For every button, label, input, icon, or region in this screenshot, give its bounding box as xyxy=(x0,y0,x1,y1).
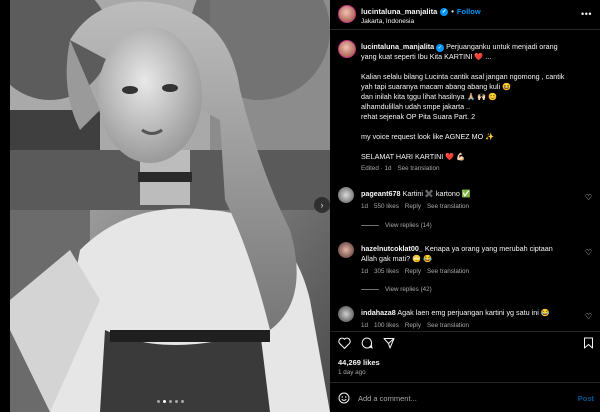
caption-line: alhamdulillah udah smpe jakarta .. xyxy=(361,102,471,111)
see-translation-link[interactable]: See translation xyxy=(427,321,469,331)
commenter-avatar[interactable] xyxy=(338,187,354,203)
post-photo[interactable]: › xyxy=(10,0,330,412)
view-replies-label: View replies (14) xyxy=(385,222,432,229)
post-header: lucintaluna_manjalita ✓ • Follow xyxy=(361,7,481,16)
view-replies-toggle[interactable]: View replies (14) xyxy=(361,222,432,229)
author-username[interactable]: lucintaluna_manjalita xyxy=(361,7,437,16)
comment-box-divider xyxy=(330,382,600,383)
view-replies-label: View replies (42) xyxy=(385,286,432,293)
caption-line xyxy=(361,122,595,132)
smiley-icon[interactable] xyxy=(338,392,350,404)
commenter-avatar[interactable] xyxy=(338,306,354,322)
caption-line: dan inilah kita tggu lihat hasilnya 🙏🏼 🙌… xyxy=(361,92,498,101)
reply-button[interactable]: Reply xyxy=(405,321,421,331)
reply-button[interactable]: Reply xyxy=(405,202,421,212)
comment-like-heart-icon[interactable]: ♡ xyxy=(585,248,592,257)
comment-text: Agak laen emg perjuangan kartini yg satu… xyxy=(397,308,550,317)
caption-avatar[interactable] xyxy=(338,40,356,58)
carousel-indicators xyxy=(10,400,330,403)
comment-age: 1d xyxy=(361,322,369,329)
comment-line: hazelnutcoklat00_ Kenapa ya orang yang m… xyxy=(361,244,581,254)
verified-badge-icon: ✓ xyxy=(440,7,449,16)
post-location[interactable]: Jakarta, Indonesia xyxy=(361,18,414,25)
verified-badge-icon: ✓ xyxy=(436,44,445,52)
caption-line: yang kuat seperti Ibu Kita KARTINI ❤️ ..… xyxy=(361,52,492,61)
replies-line xyxy=(361,225,379,226)
caption-line: Kalian selalu bilang Lucinta cantik asal… xyxy=(361,72,565,81)
comment-icon[interactable] xyxy=(361,337,373,349)
caption-line xyxy=(361,142,595,152)
commenter-username[interactable]: indahaza8 xyxy=(361,308,396,317)
comment-like-heart-icon[interactable]: ♡ xyxy=(585,193,592,202)
next-slide-button[interactable]: › xyxy=(314,197,330,213)
caption-line: SELAMAT HARI KARTINI ❤️ 💪🏻 xyxy=(361,152,466,161)
post-photo-image xyxy=(10,0,330,412)
comment-likes[interactable]: 305 likes xyxy=(374,267,399,277)
heart-icon[interactable] xyxy=(338,337,351,349)
comment-body: pageant678 Kartini ✖️ kartono ✅ 1d 550 l… xyxy=(361,189,581,212)
comment-body: hazelnutcoklat00_ Kenapa ya orang yang m… xyxy=(361,244,581,277)
left-edge xyxy=(0,0,10,412)
see-translation-link[interactable]: See translation xyxy=(427,267,469,277)
comment-line: pageant678 Kartini ✖️ kartono ✅ xyxy=(361,189,471,198)
carousel-dot xyxy=(168,400,172,403)
add-comment-input[interactable] xyxy=(358,393,570,403)
caption-body: lucintaluna_manjalita ✓ Perjuanganku unt… xyxy=(361,42,595,174)
actions-divider xyxy=(330,331,600,332)
caption-line: lucintaluna_manjalita ✓ Perjuanganku unt… xyxy=(361,42,595,52)
reply-button[interactable]: Reply xyxy=(405,267,421,277)
separator-dot: • xyxy=(451,7,454,16)
comment-age: 1d xyxy=(361,268,369,275)
header-divider xyxy=(330,29,600,30)
author-avatar[interactable] xyxy=(338,5,356,23)
follow-button[interactable]: Follow xyxy=(457,7,481,16)
comment-age: 1d xyxy=(361,203,369,210)
caption-meta: Edited · 1d See translation xyxy=(361,164,595,174)
comment-meta: 1d 100 likes Reply See translation xyxy=(361,321,581,331)
carousel-dot xyxy=(156,400,160,403)
commenter-avatar[interactable] xyxy=(338,242,354,258)
see-translation-link[interactable]: See translation xyxy=(427,202,469,212)
comment-body: indahaza8 Agak laen emg perjuangan karti… xyxy=(361,308,581,331)
see-translation-link[interactable]: See translation xyxy=(397,164,439,174)
chevron-right-icon: › xyxy=(320,200,324,210)
carousel-dot xyxy=(174,400,178,403)
commenter-username[interactable]: hazelnutcoklat00_ xyxy=(361,244,423,253)
comment-text: Kartini ✖️ kartono ✅ xyxy=(402,189,471,198)
comment-line: indahaza8 Agak laen emg perjuangan karti… xyxy=(361,308,550,317)
send-icon[interactable] xyxy=(383,337,395,349)
commenter-username[interactable]: pageant678 xyxy=(361,189,401,198)
caption-edited: Edited · 1d xyxy=(361,165,392,172)
caption-line: yah tapi suaranya macam abang abang kuli… xyxy=(361,82,511,91)
replies-line xyxy=(361,289,379,290)
more-horizontal-icon[interactable]: ••• xyxy=(581,9,592,19)
likes-count[interactable]: 44,269 likes xyxy=(338,358,380,367)
post-detail-panel: lucintaluna_manjalita ✓ • Follow Jakarta… xyxy=(330,0,600,412)
view-replies-toggle[interactable]: View replies (42) xyxy=(361,286,432,293)
comment-text: Kenapa ya orang yang merubah ciptaan xyxy=(424,244,553,253)
carousel-dot xyxy=(180,400,184,403)
caption-line: my voice request look like AGNEZ MO ✨ xyxy=(361,132,495,141)
comment-likes[interactable]: 100 likes xyxy=(374,321,399,331)
comment-meta: 1d 550 likes Reply See translation xyxy=(361,202,581,212)
caption-username[interactable]: lucintaluna_manjalita xyxy=(361,42,434,51)
caption-line: rehat sejenak OP Pita Suara Part. 2 xyxy=(361,112,476,121)
post-actions xyxy=(338,336,594,350)
carousel-dot-active xyxy=(162,400,166,403)
comment-like-heart-icon[interactable]: ♡ xyxy=(585,312,592,321)
post-age: 1 day ago xyxy=(338,369,366,376)
caption-text: Perjuanganku untuk menjadi orang xyxy=(446,42,558,51)
comment-meta: 1d 305 likes Reply See translation xyxy=(361,267,581,277)
caption-line xyxy=(361,62,595,72)
bookmark-icon[interactable] xyxy=(583,337,594,349)
add-comment-bar: Post xyxy=(338,392,594,404)
comment-likes[interactable]: 550 likes xyxy=(374,202,399,212)
post-comment-button[interactable]: Post xyxy=(578,394,594,403)
comment-text: Allah gak mati? 🙄 😂 xyxy=(361,254,433,263)
